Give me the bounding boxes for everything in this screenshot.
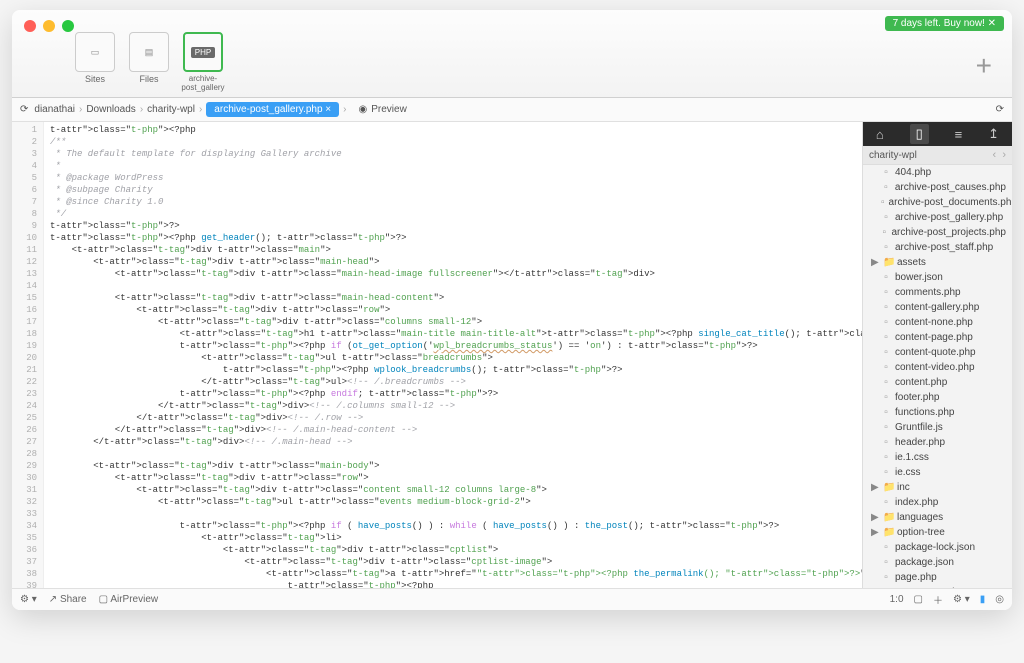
file-item[interactable]: ▫content-video.php — [863, 360, 1012, 375]
code-content[interactable]: t-attr">class="t-php"><?php/** * The def… — [44, 122, 862, 588]
file-item[interactable]: ▫package.json — [863, 555, 1012, 570]
file-item[interactable]: ▫archive-post_gallery.php — [863, 210, 1012, 225]
files-panel-icon[interactable]: ▯ — [910, 124, 929, 144]
upload-icon[interactable]: ↥ — [988, 126, 999, 142]
minimize-window[interactable] — [43, 20, 55, 32]
breadcrumb-item[interactable]: Downloads — [86, 104, 135, 115]
tab-sites[interactable]: ▭ Sites — [72, 32, 118, 92]
file-item[interactable]: ▫comments.php — [863, 285, 1012, 300]
file-tree: ▫404.php▫archive-post_causes.php▫archive… — [863, 165, 1012, 588]
tab-current-file[interactable]: PHP archive-post_gallery — [180, 32, 226, 92]
file-item[interactable]: ▫content-page.php — [863, 330, 1012, 345]
files-icon: ▤ — [129, 32, 169, 72]
gear-icon[interactable]: ⚙ ▾ — [20, 594, 37, 605]
home-icon[interactable]: ⌂ — [876, 127, 884, 142]
file-item[interactable]: ▫ie.css — [863, 465, 1012, 480]
file-item[interactable]: ▫archive-post_projects.php — [863, 225, 1012, 240]
file-item[interactable]: ▫page.php — [863, 570, 1012, 585]
file-item[interactable]: ▫content.php — [863, 375, 1012, 390]
reload-icon[interactable]: ⟳ — [996, 104, 1004, 115]
airpreview-button[interactable]: ▢ AirPreview — [99, 594, 158, 605]
tab-label: Files — [126, 74, 172, 84]
file-item[interactable]: ▫index.php — [863, 495, 1012, 510]
eye-icon: ◉ — [358, 104, 367, 115]
share-button[interactable]: ↗ Share — [49, 594, 87, 605]
status-bar: ⚙ ▾ ↗ Share ▢ AirPreview 1:0 ▢ ＋ ⚙ ▾ ▮ ◎ — [12, 588, 1012, 610]
file-item[interactable]: ▫ie.1.css — [863, 450, 1012, 465]
list-icon[interactable]: ≡ — [955, 127, 963, 142]
breadcrumb-current[interactable]: archive-post_gallery.php × — [206, 102, 339, 117]
app-window: ▭ Sites ▤ Files PHP archive-post_gallery… — [12, 10, 1012, 610]
buy-banner[interactable]: 7 days left. Buy now! ✕ — [885, 16, 1004, 31]
tab-label: archive-post_gallery — [180, 74, 226, 92]
file-item[interactable]: ▫header.php — [863, 435, 1012, 450]
file-item[interactable]: ▫Gruntfile.js — [863, 420, 1012, 435]
maximize-window[interactable] — [62, 20, 74, 32]
preview-link[interactable]: ◉Preview — [358, 104, 406, 115]
folder-item[interactable]: ▶📁inc — [863, 480, 1012, 495]
cursor-position: 1:0 — [890, 594, 904, 605]
file-item[interactable]: ▫bower.json — [863, 270, 1012, 285]
file-item[interactable]: ▫archive-post_documents.php — [863, 195, 1012, 210]
breadcrumb-bar: ⟳ dianathai› Downloads› charity-wpl› arc… — [12, 98, 1012, 122]
display-icon[interactable]: ▮ — [980, 594, 986, 605]
code-editor[interactable]: 1234567891011121314151617181920212223242… — [12, 122, 862, 588]
nav-arrows[interactable]: ‹ › — [993, 149, 1006, 161]
file-sidebar: ⌂ ▯ ≡ ↥ charity-wpl ‹ › ▫404.php▫archive… — [862, 122, 1012, 588]
project-header[interactable]: charity-wpl ‹ › — [863, 146, 1012, 165]
folder-item[interactable]: ▶📁languages — [863, 510, 1012, 525]
file-item[interactable]: ▫content-quote.php — [863, 345, 1012, 360]
target-icon[interactable]: ◎ — [995, 594, 1004, 605]
file-item[interactable]: ▫archive-post_staff.php — [863, 240, 1012, 255]
file-item[interactable]: ▫package-lock.json — [863, 540, 1012, 555]
settings-icon[interactable]: ⚙ ▾ — [953, 594, 970, 605]
line-numbers: 1234567891011121314151617181920212223242… — [12, 122, 44, 588]
panel-icon[interactable]: ▢ — [914, 594, 923, 605]
file-item[interactable]: ▫footer.php — [863, 390, 1012, 405]
refresh-icon[interactable]: ⟳ — [20, 104, 28, 115]
file-item[interactable]: ▫content-none.php — [863, 315, 1012, 330]
file-thumb-icon: PHP — [183, 32, 223, 72]
breadcrumb-item[interactable]: dianathai — [34, 104, 75, 115]
close-window[interactable] — [24, 20, 36, 32]
file-item[interactable]: ▫404.php — [863, 165, 1012, 180]
folder-item[interactable]: ▶📁option-tree — [863, 525, 1012, 540]
titlebar: ▭ Sites ▤ Files PHP archive-post_gallery… — [12, 10, 1012, 98]
main-area: 1234567891011121314151617181920212223242… — [12, 122, 1012, 588]
tab-label: Sites — [72, 74, 118, 84]
document-tabs: ▭ Sites ▤ Files PHP archive-post_gallery — [72, 32, 226, 92]
window-controls — [24, 20, 74, 32]
folder-item[interactable]: ▶📁assets — [863, 255, 1012, 270]
sites-icon: ▭ — [75, 32, 115, 72]
new-tab-button[interactable]: + — [976, 50, 992, 82]
tab-files[interactable]: ▤ Files — [126, 32, 172, 92]
file-item[interactable]: ▫archive-post_causes.php — [863, 180, 1012, 195]
add-icon[interactable]: ＋ — [933, 592, 943, 607]
file-item[interactable]: ▫functions.php — [863, 405, 1012, 420]
file-item[interactable]: ▫content-gallery.php — [863, 300, 1012, 315]
breadcrumb-item[interactable]: charity-wpl — [147, 104, 195, 115]
sidebar-toolbar: ⌂ ▯ ≡ ↥ — [863, 122, 1012, 146]
